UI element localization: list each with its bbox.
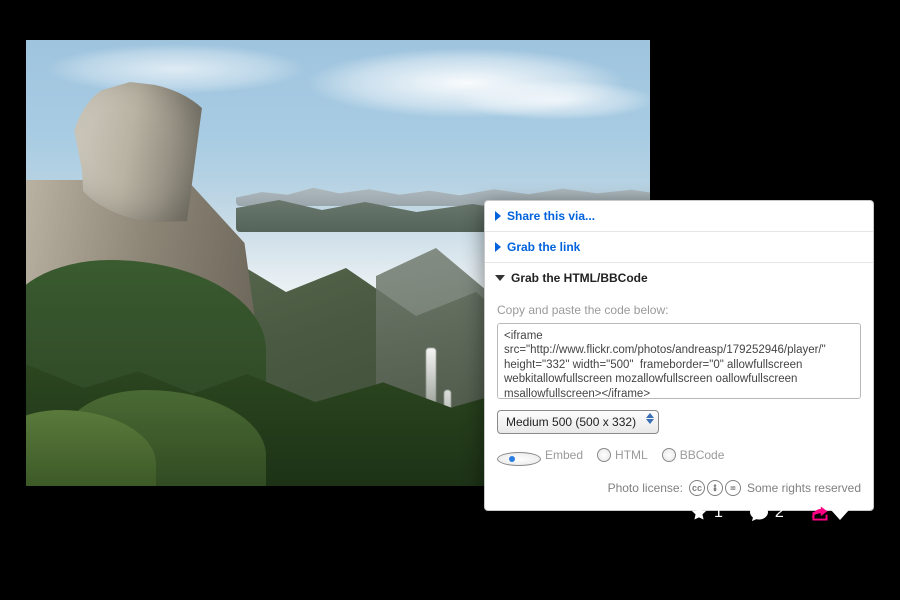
cc-attribution-icon — [707, 480, 723, 496]
cc-by-icon: cc — [689, 480, 705, 496]
radio-icon — [597, 448, 611, 462]
cc-icons[interactable]: cc — [689, 480, 741, 496]
format-radio-label: BBCode — [680, 448, 725, 462]
cc-noderivs-icon — [725, 480, 741, 496]
format-radio-label: Embed — [545, 448, 583, 462]
grab-html-header[interactable]: Grab the HTML/BBCode — [485, 263, 873, 293]
format-radio-label: HTML — [615, 448, 648, 462]
share-via-label: Share this via... — [507, 209, 595, 223]
grab-html-label: Grab the HTML/BBCode — [511, 271, 648, 285]
size-select-value: Medium 500 (500 x 332) — [506, 415, 636, 429]
radio-icon — [497, 452, 541, 466]
chevron-right-icon — [495, 211, 501, 221]
grab-html-section: Grab the HTML/BBCode Copy and paste the … — [485, 263, 873, 510]
format-radio-embed[interactable]: Embed — [497, 444, 583, 466]
grab-link-section: Grab the link — [485, 232, 873, 263]
share-panel: Share this via... Grab the link Grab the… — [484, 200, 874, 511]
size-select[interactable]: Medium 500 (500 x 332) — [497, 410, 659, 434]
license-row: Photo license: cc Some rights reserved — [497, 480, 861, 496]
chevron-down-icon — [495, 275, 505, 281]
panel-tail-icon — [831, 510, 849, 520]
grab-link-label: Grab the link — [507, 240, 580, 254]
star-icon — [690, 504, 708, 522]
comment-button[interactable]: 2 — [749, 504, 784, 522]
license-text: Some rights reserved — [747, 481, 861, 495]
format-radio-html[interactable]: HTML — [597, 448, 648, 462]
share-button[interactable] — [810, 504, 830, 522]
format-radio-bbcode[interactable]: BBCode — [662, 448, 725, 462]
photo-action-bar: 1 2 — [690, 504, 830, 522]
chevron-right-icon — [495, 242, 501, 252]
embed-code-textarea[interactable] — [497, 323, 861, 399]
license-prefix: Photo license: — [608, 481, 683, 495]
select-stepper-icon — [646, 413, 654, 424]
share-via-header[interactable]: Share this via... — [485, 201, 873, 231]
grab-link-header[interactable]: Grab the link — [485, 232, 873, 262]
comment-icon — [749, 504, 769, 522]
comment-count: 2 — [775, 504, 784, 522]
favorite-button[interactable]: 1 — [690, 504, 723, 522]
format-radio-group: Embed HTML BBCode — [497, 444, 861, 466]
grab-html-body: Copy and paste the code below: Medium 50… — [485, 293, 873, 510]
app-stage: Share this via... Grab the link Grab the… — [0, 0, 900, 600]
favorite-count: 1 — [714, 504, 723, 522]
copy-hint: Copy and paste the code below: — [497, 303, 861, 317]
radio-icon — [662, 448, 676, 462]
share-icon — [810, 504, 830, 522]
share-via-section: Share this via... — [485, 201, 873, 232]
